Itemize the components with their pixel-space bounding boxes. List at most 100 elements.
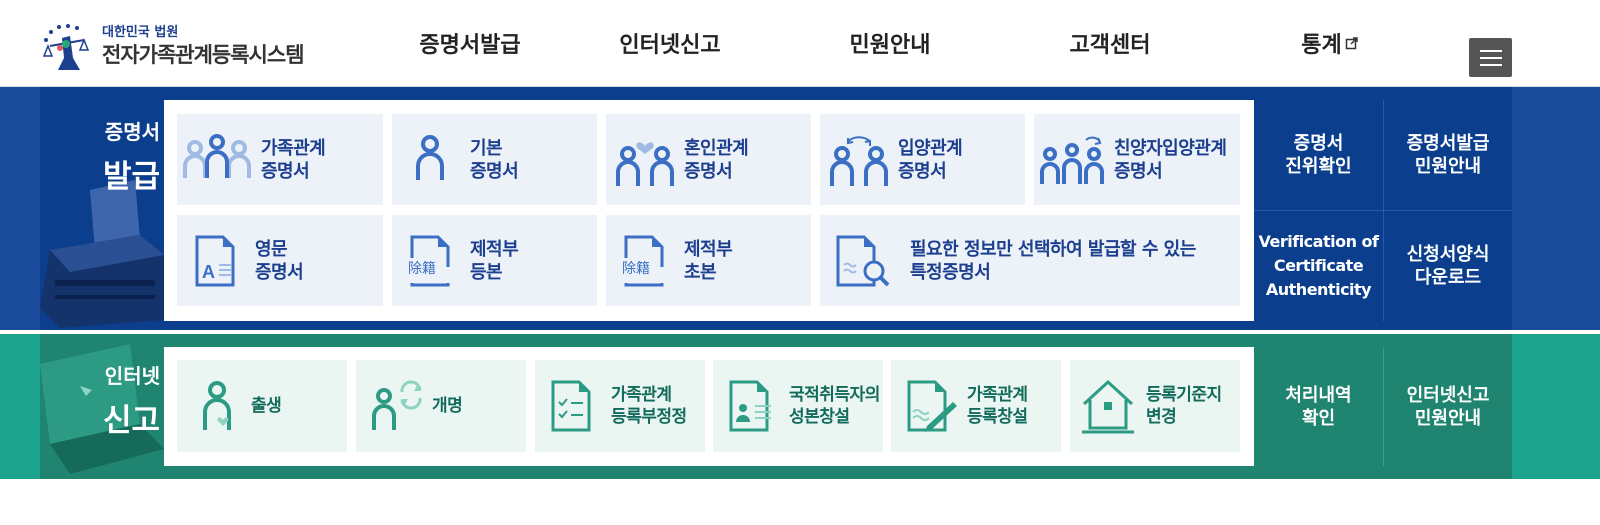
card-label: 등록창설 [967,407,1028,427]
card-registration-base-change[interactable]: 등록기준지 변경 [1070,360,1240,452]
internet-report-section-title: 인터넷 신고 [40,360,160,440]
section-title-line: 발급 [102,159,160,195]
side-label: 증명서 [1293,133,1344,154]
card-label: 필요한 정보만 선택하여 발급할 수 있는 [910,238,1196,260]
side-label: 다운로드 [1414,267,1482,288]
card-label: 국적취득자의 [789,385,880,405]
hamburger-icon-bar [1479,56,1502,59]
hamburger-icon-bar [1479,49,1502,52]
side-label: 민원안내 [1414,407,1482,429]
card-label: 기본 [470,137,503,159]
english-document-icon: A [195,235,235,286]
logo-title: 전자가족관계등록시스템 [102,43,305,67]
card-label: 초본 [684,261,717,283]
certificate-panel: 가족관계 증명서 기본 증명서 혼인관계 증명서 입양관계 증명서 친양자입양관… [164,100,1254,321]
card-label: 증명서 [470,160,519,182]
card-label: 가족관계 [967,385,1028,405]
id-card-document-icon [729,380,771,432]
internet-report-guide-link[interactable]: 인터넷신고 민원안내 [1384,347,1512,466]
svg-text:A: A [202,262,215,282]
removed-register-label: 除籍 [407,258,437,278]
card-label: 친양자입양관계 [1114,137,1227,159]
site-header: 대한민국 법원 전자가족관계등록시스템 증명서발급 인터넷신고 민원안내 고객센… [0,0,1600,87]
couple-heart-icon [616,141,674,186]
verification-of-certificate-link[interactable]: Verification of Certificate Authenticity [1254,211,1383,321]
nav-customer-center[interactable]: 고객센터 [1000,27,1220,59]
hamburger-menu-button[interactable] [1469,38,1512,77]
side-label: 증명서발급 [1406,133,1490,154]
removed-register-label: 除籍 [621,258,651,278]
card-english-certificate[interactable]: A 영문 증명서 [177,215,383,306]
main-nav: 증명서발급 인터넷신고 민원안내 고객센터 통계 [380,0,1440,86]
card-family-register-creation[interactable]: 가족관계 등록창설 [891,360,1061,452]
certificate-authenticity-check-link[interactable]: 증명서 진위확인 [1254,100,1383,210]
card-label: 제적부 [470,238,519,260]
card-family-relation-certificate[interactable]: 가족관계 증명서 [177,114,383,205]
nav-label: 증명서발급 [419,33,521,58]
nav-certificate-issue[interactable]: 증명서발급 [380,27,560,59]
side-label: 확인 [1301,407,1336,429]
certificate-section-title: 증명서 발급 [40,116,160,196]
card-label: 특정증명서 [910,261,991,283]
card-label: 가족관계 [261,137,326,159]
document-pen-icon [907,380,957,432]
side-label: 민원안내 [1414,156,1482,177]
card-label: 등록기준지 [1146,385,1222,405]
printer-icon [40,180,164,328]
card-basic-certificate[interactable]: 기본 증명서 [392,114,597,205]
card-label: 영문 [255,238,288,260]
adoption-icon [830,135,888,186]
nav-label: 민원안내 [849,33,931,58]
side-label: 인터넷신고 [1406,384,1490,406]
nav-label: 인터넷신고 [619,33,721,58]
section-title-line: 인터넷 [104,364,160,388]
site-logo[interactable]: 대한민국 법원 전자가족관계등록시스템 [40,18,305,74]
nav-civil-guide[interactable]: 민원안내 [780,27,1000,59]
side-label: 처리내역 [1285,384,1352,406]
card-label: 혼인관계 [684,137,749,159]
side-label: Authenticity [1265,280,1372,299]
card-marriage-certificate[interactable]: 혼인관계 증명서 [606,114,811,205]
section-title-line: 신고 [102,403,160,439]
card-name-change-report[interactable]: 개명 [356,360,526,452]
processing-history-link[interactable]: 처리내역 확인 [1254,347,1383,466]
side-label: Verification of [1258,232,1380,251]
rename-icon [372,380,422,430]
nav-label: 고객센터 [1069,33,1151,58]
court-emblem-icon [42,24,90,70]
card-specific-certificate[interactable]: 필요한 정보만 선택하여 발급할 수 있는 특정증명서 [820,215,1240,306]
application-form-download-link[interactable]: 신청서양식 다운로드 [1384,211,1512,321]
nav-label: 통계 [1301,33,1342,58]
document-search-icon [836,235,890,286]
card-naturalized-surname-creation[interactable]: 국적취득자의 성본창설 [713,360,883,452]
nav-internet-report[interactable]: 인터넷신고 [560,27,780,59]
card-label: 증명서 [255,261,304,283]
card-adoption-certificate[interactable]: 입양관계 증명서 [820,114,1025,205]
checklist-document-icon [551,380,591,432]
card-family-register-correction[interactable]: 가족관계 등록부정정 [535,360,705,452]
card-label: 가족관계 [611,385,672,405]
certificate-issue-guide-link[interactable]: 증명서발급 민원안내 [1384,100,1512,210]
side-label: 진위확인 [1285,156,1352,177]
card-label: 성본창설 [789,407,850,427]
side-label: 신청서양식 [1406,244,1490,265]
card-label: 입양관계 [898,137,963,159]
person-icon [416,134,444,180]
card-label: 증명서 [684,160,733,182]
card-label: 증명서 [898,160,947,182]
nav-statistics[interactable]: 통계 [1220,27,1440,59]
side-label: Certificate [1273,256,1364,275]
logo-subtitle: 대한민국 법원 [102,25,179,40]
internet-report-panel: 출생 개명 가족관계 등록부정정 국적취득자의 성본창설 가족관계 등록창설 등… [164,347,1254,466]
family-icon [183,133,251,178]
birth-icon [203,381,231,430]
card-label: 출생 [251,396,282,416]
card-label: 등록부정정 [611,407,687,427]
house-icon [1082,379,1134,434]
card-label: 증명서 [1114,160,1163,182]
card-label: 등본 [470,261,503,283]
card-full-adoption-certificate[interactable]: 친양자입양관계 증명서 [1034,114,1240,205]
card-label: 제적부 [684,238,733,260]
full-adoption-icon [1040,136,1104,184]
card-birth-report[interactable]: 출생 [177,360,347,452]
